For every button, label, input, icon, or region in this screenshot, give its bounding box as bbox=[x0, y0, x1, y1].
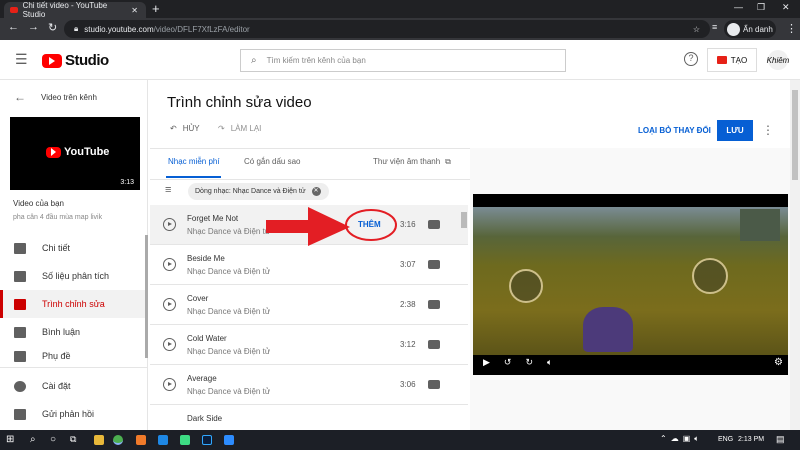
search-icon[interactable]: ⌕ bbox=[30, 434, 36, 445]
annotation-overlay bbox=[266, 207, 397, 246]
red-circle-annotation bbox=[345, 209, 397, 241]
language-indicator[interactable]: ENG bbox=[718, 436, 733, 443]
windows-start-icon[interactable]: ⊞ bbox=[6, 434, 14, 445]
photoshop-icon[interactable] bbox=[202, 435, 212, 445]
cortana-icon[interactable]: ○ bbox=[50, 434, 56, 445]
android-studio-icon[interactable] bbox=[180, 435, 190, 445]
windows-taskbar: ⊞ ⌕ ○ ⧉ ⌃☁▣🔈︎ ENG 2:13 PM ▤ bbox=[0, 430, 800, 450]
notifications-icon[interactable]: ▤ bbox=[776, 434, 785, 445]
red-arrow-annotation bbox=[266, 207, 350, 246]
sublime-icon[interactable] bbox=[136, 435, 146, 445]
vscode-icon[interactable] bbox=[158, 435, 168, 445]
task-view-icon[interactable]: ⧉ bbox=[70, 434, 76, 445]
chrome-icon[interactable] bbox=[113, 435, 123, 445]
system-tray-icons[interactable]: ⌃☁▣🔈︎ bbox=[660, 434, 703, 444]
clock[interactable]: 2:13 PM bbox=[738, 436, 764, 443]
file-explorer-icon[interactable] bbox=[94, 435, 104, 445]
zoom-icon[interactable] bbox=[224, 435, 234, 445]
